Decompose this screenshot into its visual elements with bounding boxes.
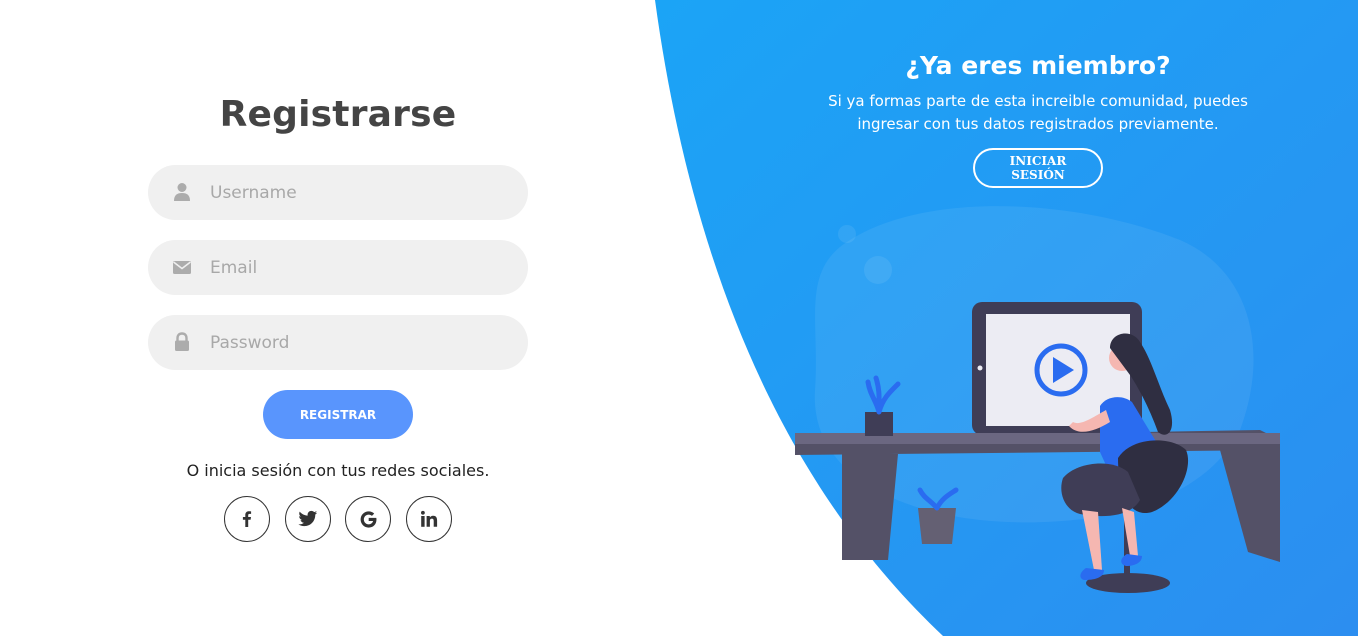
password-input[interactable] (210, 315, 510, 370)
facebook-icon (242, 511, 252, 527)
twitter-button[interactable] (285, 496, 331, 542)
google-button[interactable] (345, 496, 391, 542)
panel-title: ¿Ya eres miembro? (905, 51, 1171, 80)
password-field (148, 315, 528, 370)
panel-description: Si ya formas parte de esta increible com… (828, 92, 1248, 133)
register-button[interactable]: REGISTRAR (263, 390, 413, 439)
envelope-icon (173, 261, 191, 274)
right-panel-content: ¿Ya eres miembro? Si ya formas parte de … (808, 50, 1268, 188)
facebook-button[interactable] (224, 496, 270, 542)
form-title: Registrarse (219, 94, 457, 135)
linkedin-icon (421, 510, 438, 527)
person-at-desk-illustration (795, 206, 1280, 593)
sign-in-button[interactable]: INICIAR SESIÓN (973, 148, 1103, 188)
username-field (148, 165, 528, 220)
email-field (148, 240, 528, 295)
username-input[interactable] (210, 165, 510, 220)
linkedin-button[interactable] (406, 496, 452, 542)
signup-page: Registrarse REGISTRAR O inicia sesión co (0, 0, 1358, 636)
lock-icon (175, 332, 189, 351)
twitter-icon (298, 510, 318, 527)
email-input[interactable] (210, 240, 510, 295)
google-icon (360, 510, 376, 528)
social-login-text: O inicia sesión con tus redes sociales. (186, 461, 490, 480)
user-icon (174, 183, 190, 201)
